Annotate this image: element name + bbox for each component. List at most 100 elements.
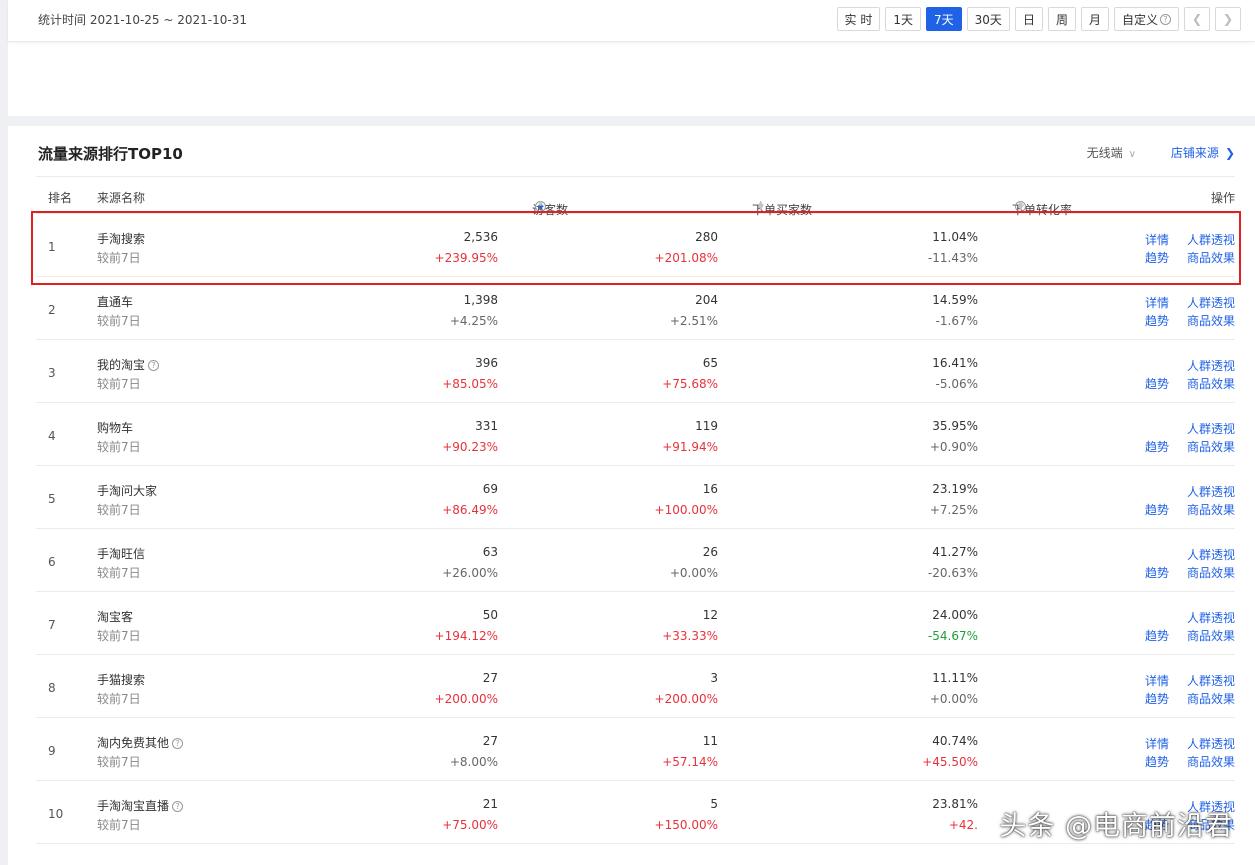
row-conversion-change: +7.25%	[929, 503, 978, 517]
sort-icon[interactable]: ▲ ▼	[538, 200, 543, 212]
row-visitors: 50	[482, 608, 498, 622]
detail-link[interactable]: 详情	[1145, 735, 1169, 752]
row-actions: 详情 人群透视趋势 商品效果	[1145, 735, 1235, 775]
row-buyers-change: +91.94%	[662, 440, 718, 454]
custom-label: 自定义	[1121, 12, 1158, 27]
table-row: 8 手猫搜索 较前7日 27 +200.00% 3 +200.00% 11.11% +0.00%…	[36, 655, 1235, 718]
row-source-name: 手淘淘宝直播?	[97, 797, 184, 814]
row-compare-label: 较前7日	[97, 503, 141, 517]
crowd-insight-link[interactable]: 人群透视	[1187, 483, 1235, 500]
crowd-insight-link[interactable]: 人群透视	[1187, 609, 1235, 626]
row-buyers: 204	[695, 293, 718, 307]
trend-link[interactable]: 趋势	[1145, 564, 1169, 581]
prev-period-button[interactable]: ❮	[1184, 7, 1210, 31]
goods-effect-link[interactable]: 商品效果	[1187, 501, 1235, 518]
filter-card: 统计时间 2021-10-25 ~ 2021-10-31 实 时 1天 7天 3…	[8, 0, 1255, 116]
row-source-name: 购物车	[97, 419, 133, 436]
row-visitors: 69	[482, 482, 498, 496]
row-visitors-change: +26.00%	[442, 566, 498, 580]
row-visitors-change: +8.00%	[449, 755, 498, 769]
crowd-insight-link[interactable]: 人群透视	[1187, 672, 1235, 689]
device-select[interactable]: 无线端 ∨	[1087, 144, 1136, 161]
row-visitors: 63	[482, 545, 498, 559]
card-actions: 无线端 ∨ 店铺来源 ❯	[1087, 144, 1235, 161]
crowd-insight-link[interactable]: 人群透视	[1187, 735, 1235, 752]
table-row: 6 手淘旺信 较前7日 63 +26.00% 26 +0.00% 41.27% -20.63% 人…	[36, 529, 1235, 592]
highlight-box	[31, 211, 1241, 285]
filter-bar: 统计时间 2021-10-25 ~ 2021-10-31 实 时 1天 7天 3…	[8, 0, 1255, 42]
row-compare-label: 较前7日	[97, 314, 141, 328]
help-icon[interactable]: ?	[172, 738, 184, 749]
period-realtime-button[interactable]: 实 时	[836, 7, 881, 31]
sort-icon[interactable]: ▲ ▼	[1018, 200, 1023, 212]
store-source-label: 店铺来源	[1170, 146, 1219, 160]
trend-link[interactable]: 趋势	[1145, 501, 1169, 518]
help-icon: ?	[1160, 13, 1171, 25]
row-conversion: 23.81%	[932, 797, 978, 811]
crowd-insight-link[interactable]: 人群透视	[1187, 357, 1235, 374]
table-row: 4 购物车 较前7日 331 +90.23% 119 +91.94% 35.95% +0.90%…	[36, 403, 1235, 466]
store-source-link[interactable]: 店铺来源 ❯	[1171, 144, 1235, 161]
row-actions: 详情 人群透视趋势 商品效果	[1145, 294, 1235, 334]
row-compare-label: 较前7日	[97, 377, 141, 391]
row-source-name: 手猫搜索	[97, 671, 145, 688]
period-1day-button[interactable]: 1天	[885, 7, 922, 31]
period-week-button[interactable]: 周	[1047, 7, 1076, 31]
source-name-text: 手淘问大家	[97, 484, 158, 498]
goods-effect-link[interactable]: 商品效果	[1187, 312, 1235, 329]
goods-effect-link[interactable]: 商品效果	[1187, 753, 1235, 770]
row-compare-label: 较前7日	[97, 440, 141, 454]
trend-link[interactable]: 趋势	[1145, 375, 1169, 392]
goods-effect-link[interactable]: 商品效果	[1187, 564, 1235, 581]
row-source-name: 手淘旺信	[97, 545, 145, 562]
trend-link[interactable]: 趋势	[1145, 627, 1169, 644]
crowd-insight-link[interactable]: 人群透视	[1187, 294, 1235, 311]
trend-link[interactable]: 趋势	[1145, 690, 1169, 707]
row-conversion-change: -5.06%	[935, 377, 978, 391]
goods-effect-link[interactable]: 商品效果	[1187, 438, 1235, 455]
row-conversion: 11.11%	[932, 671, 978, 685]
help-icon[interactable]: ?	[148, 360, 160, 371]
row-buyers-change: +0.00%	[669, 566, 718, 580]
period-month-button[interactable]: 月	[1080, 7, 1109, 31]
row-actions: 人群透视趋势 商品效果	[1145, 357, 1235, 397]
row-buyers: 119	[695, 419, 718, 433]
row-visitors: 396	[475, 356, 498, 370]
detail-link[interactable]: 详情	[1145, 672, 1169, 689]
period-day-button[interactable]: 日	[1014, 7, 1043, 31]
row-compare-label: 较前7日	[97, 692, 141, 706]
row-visitors-change: +200.00%	[434, 692, 498, 706]
row-visitors-change: +90.23%	[442, 440, 498, 454]
help-icon[interactable]: ?	[172, 801, 184, 812]
trend-link[interactable]: 趋势	[1145, 753, 1169, 770]
trend-link[interactable]: 趋势	[1145, 438, 1169, 455]
row-visitors-change: +86.49%	[442, 503, 498, 517]
row-source-name: 我的淘宝?	[97, 356, 160, 373]
goods-effect-link[interactable]: 商品效果	[1187, 375, 1235, 392]
row-source-name: 淘内免费其他?	[97, 734, 184, 751]
period-custom-button[interactable]: 自定义?	[1113, 7, 1179, 31]
sort-icon[interactable]: ▲ ▼	[758, 200, 763, 212]
header-ops: 操作	[1210, 191, 1235, 205]
row-actions: 详情 人群透视趋势 商品效果	[1145, 672, 1235, 712]
detail-link[interactable]: 详情	[1145, 294, 1169, 311]
period-30day-button[interactable]: 30天	[966, 7, 1010, 31]
row-conversion-change: -54.67%	[927, 629, 978, 643]
row-compare-label: 较前7日	[97, 818, 141, 832]
row-conversion: 14.59%	[932, 293, 978, 307]
row-buyers: 11	[702, 734, 718, 748]
goods-effect-link[interactable]: 商品效果	[1187, 627, 1235, 644]
crowd-insight-link[interactable]: 人群透视	[1187, 420, 1235, 437]
row-buyers: 65	[702, 356, 718, 370]
row-conversion: 35.95%	[932, 419, 978, 433]
crowd-insight-link[interactable]: 人群透视	[1187, 546, 1235, 563]
row-buyers: 26	[702, 545, 718, 559]
row-source-name: 淘宝客	[97, 608, 133, 625]
next-period-button[interactable]: ❯	[1215, 7, 1241, 31]
table-body: 1 手淘搜索 较前7日 2,536 +239.95% 280 +201.08% 11.04% -…	[36, 214, 1235, 844]
header-source: 来源名称	[97, 191, 146, 205]
period-7day-button[interactable]: 7天	[926, 7, 962, 31]
goods-effect-link[interactable]: 商品效果	[1187, 690, 1235, 707]
row-source-name: 手淘问大家	[97, 482, 157, 499]
trend-link[interactable]: 趋势	[1145, 312, 1169, 329]
